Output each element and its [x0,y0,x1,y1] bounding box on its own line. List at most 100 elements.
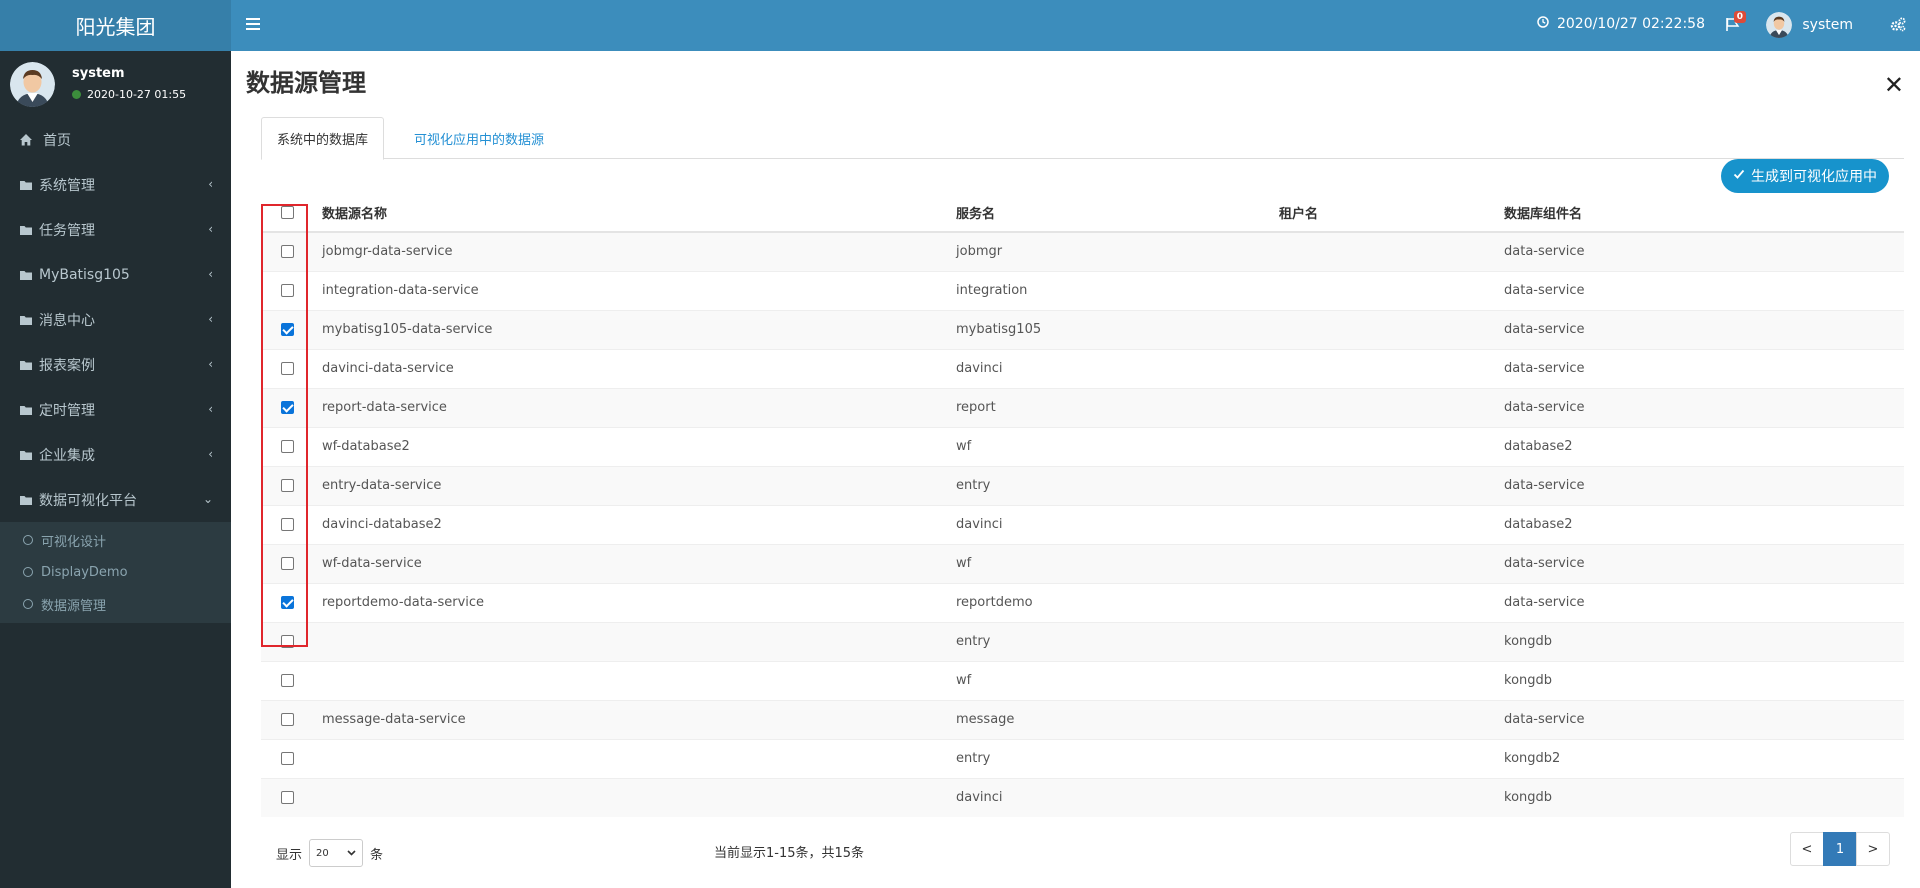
sidebar-item-label: MyBatisg105 [39,266,130,283]
page-1-button[interactable]: 1 [1823,832,1857,866]
row-checkbox[interactable] [281,518,294,531]
sidebar-item-reports[interactable]: 报表案例 ‹ [0,342,231,387]
sidebar-item-enterprise[interactable]: 企业集成 ‹ [0,432,231,477]
login-time: 2020-10-27 01:55 [87,87,187,101]
cell-tenant-name [1279,777,1504,817]
table-row[interactable]: entry kongdb2 [261,738,1904,778]
row-checkbox[interactable] [281,596,294,609]
select-all-checkbox[interactable] [281,205,294,219]
sidebar-item-tasks[interactable]: 任务管理 ‹ [0,207,231,252]
row-select-cell [261,621,322,661]
cell-service-name: entry [956,621,1279,661]
cell-service-name: reportdemo [956,582,1279,622]
cell-datasource-name: jobmgr-data-service [322,231,956,271]
sidebar-subitem-display-demo[interactable]: DisplayDemo [0,556,231,588]
table-row[interactable]: davinci-database2 davinci database2 [261,504,1904,544]
row-checkbox[interactable] [281,284,294,297]
sidebar-menu: 首页 系统管理 ‹ 任务管理 ‹ MyBatisg105 ‹ 消息中心 ‹ 报表… [0,117,231,522]
column-header-service[interactable]: 服务名 [956,193,1279,233]
clock: 2020/10/27 02:22:58 [1537,16,1705,32]
cell-component-name: database2 [1504,426,1904,466]
row-select-cell [261,465,322,505]
row-checkbox[interactable] [281,557,294,570]
sidebar-item-home[interactable]: 首页 [0,117,231,162]
sidebar-item-system[interactable]: 系统管理 ‹ [0,162,231,207]
row-select-cell [261,504,322,544]
row-checkbox[interactable] [281,479,294,492]
table-row[interactable]: jobmgr-data-service jobmgr data-service [261,231,1904,271]
sidebar-item-messages[interactable]: 消息中心 ‹ [0,297,231,342]
table-row[interactable]: davinci-data-service davinci data-service [261,348,1904,388]
cell-service-name: wf [956,543,1279,583]
table-row[interactable]: wf kongdb [261,660,1904,700]
cell-component-name: kongdb [1504,621,1904,661]
cell-datasource-name: mybatisg105-data-service [322,309,956,349]
row-checkbox[interactable] [281,323,294,336]
prev-page-button[interactable]: < [1790,832,1824,866]
cell-datasource-name: integration-data-service [322,270,956,310]
circle-icon [23,599,33,609]
menu-toggle-icon[interactable] [246,18,260,32]
row-checkbox[interactable] [281,713,294,726]
avatar [10,61,55,107]
sidebar-subitem-viz-design[interactable]: 可视化设计 [0,524,231,556]
cell-component-name: data-service [1504,309,1904,349]
table-row[interactable]: entry-data-service entry data-service [261,465,1904,505]
table-row[interactable]: wf-data-service wf data-service [261,543,1904,583]
column-header-tenant[interactable]: 租户名 [1279,193,1504,233]
row-checkbox[interactable] [281,752,294,765]
home-icon [19,133,33,147]
sidebar-item-scheduling[interactable]: 定时管理 ‹ [0,387,231,432]
cell-tenant-name [1279,426,1504,466]
tab-system-databases[interactable]: 系统中的数据库 [261,117,385,160]
sidebar-subitem-label: DisplayDemo [41,564,128,580]
cell-component-name: data-service [1504,270,1904,310]
online-status-icon [72,90,81,99]
circle-icon [23,567,33,577]
row-checkbox[interactable] [281,362,294,375]
row-select-cell [261,699,322,739]
chevron-left-icon: ‹ [208,267,213,281]
circle-icon [23,535,33,545]
column-header-name[interactable]: 数据源名称 [322,193,956,233]
table-body: jobmgr-data-service jobmgr data-service int… [261,231,1904,817]
chevron-left-icon: ‹ [208,447,213,461]
next-page-button[interactable]: > [1856,832,1890,866]
column-header-component[interactable]: 数据库组件名 [1504,193,1904,233]
table-footer: 显示 20 条 当前显示1-15条，共15条 < 1 > [261,832,1904,867]
row-checkbox[interactable] [281,440,294,453]
row-checkbox[interactable] [281,245,294,259]
close-icon[interactable]: ✕ [1884,73,1904,97]
table-row[interactable]: entry kongdb [261,621,1904,661]
table-row[interactable]: davinci kongdb [261,777,1904,817]
pagination: < 1 > [1790,832,1890,866]
sidebar-subitem-datasource[interactable]: 数据源管理 [0,588,231,620]
folder-icon [19,358,33,372]
sidebar-item-data-viz[interactable]: 数据可视化平台 ⌄ [0,477,231,522]
gears-icon[interactable] [1890,17,1906,36]
tab-app-datasources[interactable]: 可视化应用中的数据源 [399,117,559,159]
brand-logo[interactable]: 阳光集团 [0,0,231,51]
row-checkbox[interactable] [281,674,294,687]
table-row[interactable]: report-data-service report data-service [261,387,1904,427]
chevron-left-icon: ‹ [208,402,213,416]
sidebar-item-mybatisg105[interactable]: MyBatisg105 ‹ [0,252,231,297]
cell-service-name: message [956,699,1279,739]
cell-service-name: wf [956,660,1279,700]
generate-to-app-button[interactable]: 生成到可视化应用中 [1721,159,1889,193]
table-row[interactable]: message-data-service message data-service [261,699,1904,739]
table-row[interactable]: wf-database2 wf database2 [261,426,1904,466]
table-row[interactable]: reportdemo-data-service reportdemo data-se… [261,582,1904,622]
table-row[interactable]: integration-data-service integration data-… [261,270,1904,310]
row-select-cell [261,348,322,388]
row-checkbox[interactable] [281,635,294,648]
table-row[interactable]: mybatisg105-data-service mybatisg105 data-… [261,309,1904,349]
row-checkbox[interactable] [281,401,294,414]
pagination-summary: 当前显示1-15条，共15条 [714,846,865,861]
sidebar-item-label: 首页 [43,132,71,149]
row-select-cell [261,426,322,466]
page-size-select[interactable]: 20 [309,839,364,867]
cell-service-name: entry [956,465,1279,505]
row-checkbox[interactable] [281,791,294,805]
user-menu[interactable]: system [1766,12,1853,38]
